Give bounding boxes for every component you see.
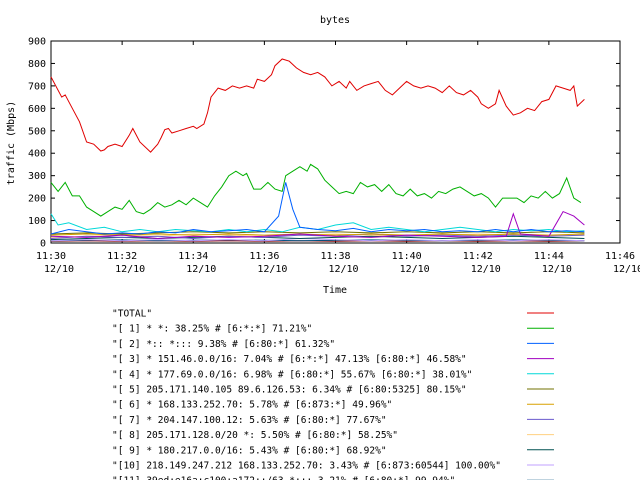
- series-lines: [50, 58, 585, 242]
- x-tick-label-time: 11:38: [320, 251, 350, 262]
- y-tick-label: 200: [28, 194, 46, 205]
- series-line-total: [50, 58, 585, 153]
- legend-label: "[11] 39ed:e16a:c100:a172::/63 *::: 3.21…: [112, 476, 455, 480]
- x-tick-label-time: 11:36: [249, 251, 279, 262]
- y-tick-label: 400: [28, 149, 46, 160]
- legend-label: "[ 7] * 204.147.100.12: 5.63% # [6:80:*]…: [112, 415, 387, 426]
- x-tick-label-time: 11:40: [392, 251, 422, 262]
- x-tick-label-date: 12/10: [542, 264, 572, 275]
- chart-title: bytes: [320, 15, 350, 26]
- x-tick-label-date: 12/10: [44, 264, 74, 275]
- series-line-2: [50, 182, 585, 235]
- x-tick-label-date: 12/10: [471, 264, 501, 275]
- legend-label: "TOTAL": [112, 309, 152, 320]
- y-tick-label: 300: [28, 171, 46, 182]
- legend-label: "[ 3] * 151.46.0.0/16: 7.04% # [6:*:*] 4…: [112, 354, 467, 365]
- y-tick-label: 800: [28, 59, 46, 70]
- legend-label: "[ 9] * 180.217.0.0/16: 5.43% # [6:80:*]…: [112, 445, 387, 456]
- x-tick-label-time: 11:30: [36, 251, 66, 262]
- y-axis-label: traffic (Mbps): [6, 101, 17, 185]
- legend-label: "[ 4] * 177.69.0.0/16: 6.98% # [6:80:*] …: [112, 369, 472, 380]
- x-tick-label-date: 12/10: [257, 264, 287, 275]
- x-tick-label-date: 12/10: [613, 264, 640, 275]
- y-tick-label: 500: [28, 126, 46, 137]
- x-tick-label-date: 12/10: [328, 264, 358, 275]
- legend-label: "[ 5] 205.171.140.105 89.6.126.53: 6.34%…: [112, 385, 467, 396]
- x-tick-label-time: 11:34: [178, 251, 208, 262]
- x-tick-label-date: 12/10: [115, 264, 145, 275]
- x-tick-label-time: 11:32: [107, 251, 137, 262]
- series-line-1: [50, 163, 582, 217]
- x-tick-label-date: 12/10: [400, 264, 430, 275]
- x-tick-label-date: 12/10: [186, 264, 216, 275]
- legend-label: "[ 6] * 168.133.252.70: 5.78% # [6:873:*…: [112, 400, 392, 411]
- traffic-chart: bytes traffic (Mbps) Time 0 100 200 300 400 5…: [6, 15, 640, 480]
- y-tick-label: 700: [28, 81, 46, 92]
- y-tick-label: 100: [28, 216, 46, 227]
- plot-frame: [50, 40, 621, 244]
- x-tick-label-time: 11:44: [534, 251, 564, 262]
- legend-label: "[ 2] *:: *::: 9.38% # [6:80:*] 61.32%": [112, 339, 335, 350]
- legend-label: "[ 8] 205.171.128.0/20 *: 5.50% # [6:80:…: [112, 430, 398, 441]
- y-tick-label: 900: [28, 37, 46, 48]
- legend: "TOTAL" "[ 1] * *: 38.25% # [6:*:*] 71.21…: [112, 309, 554, 480]
- x-axis-label: Time: [323, 285, 347, 296]
- x-tick-label-time: 11:46: [605, 251, 635, 262]
- y-tick-label: 600: [28, 104, 46, 115]
- legend-label: "[ 1] * *: 38.25% # [6:*:*] 71.21%": [112, 324, 312, 335]
- legend-label: "[10] 218.149.247.212 168.133.252.70: 3.…: [112, 461, 501, 472]
- x-tick-label-time: 11:42: [463, 251, 493, 262]
- y-axis-ticks: 0 100 200 300 400 500 600 700 800 900: [28, 37, 620, 250]
- y-tick-label: 0: [40, 239, 46, 250]
